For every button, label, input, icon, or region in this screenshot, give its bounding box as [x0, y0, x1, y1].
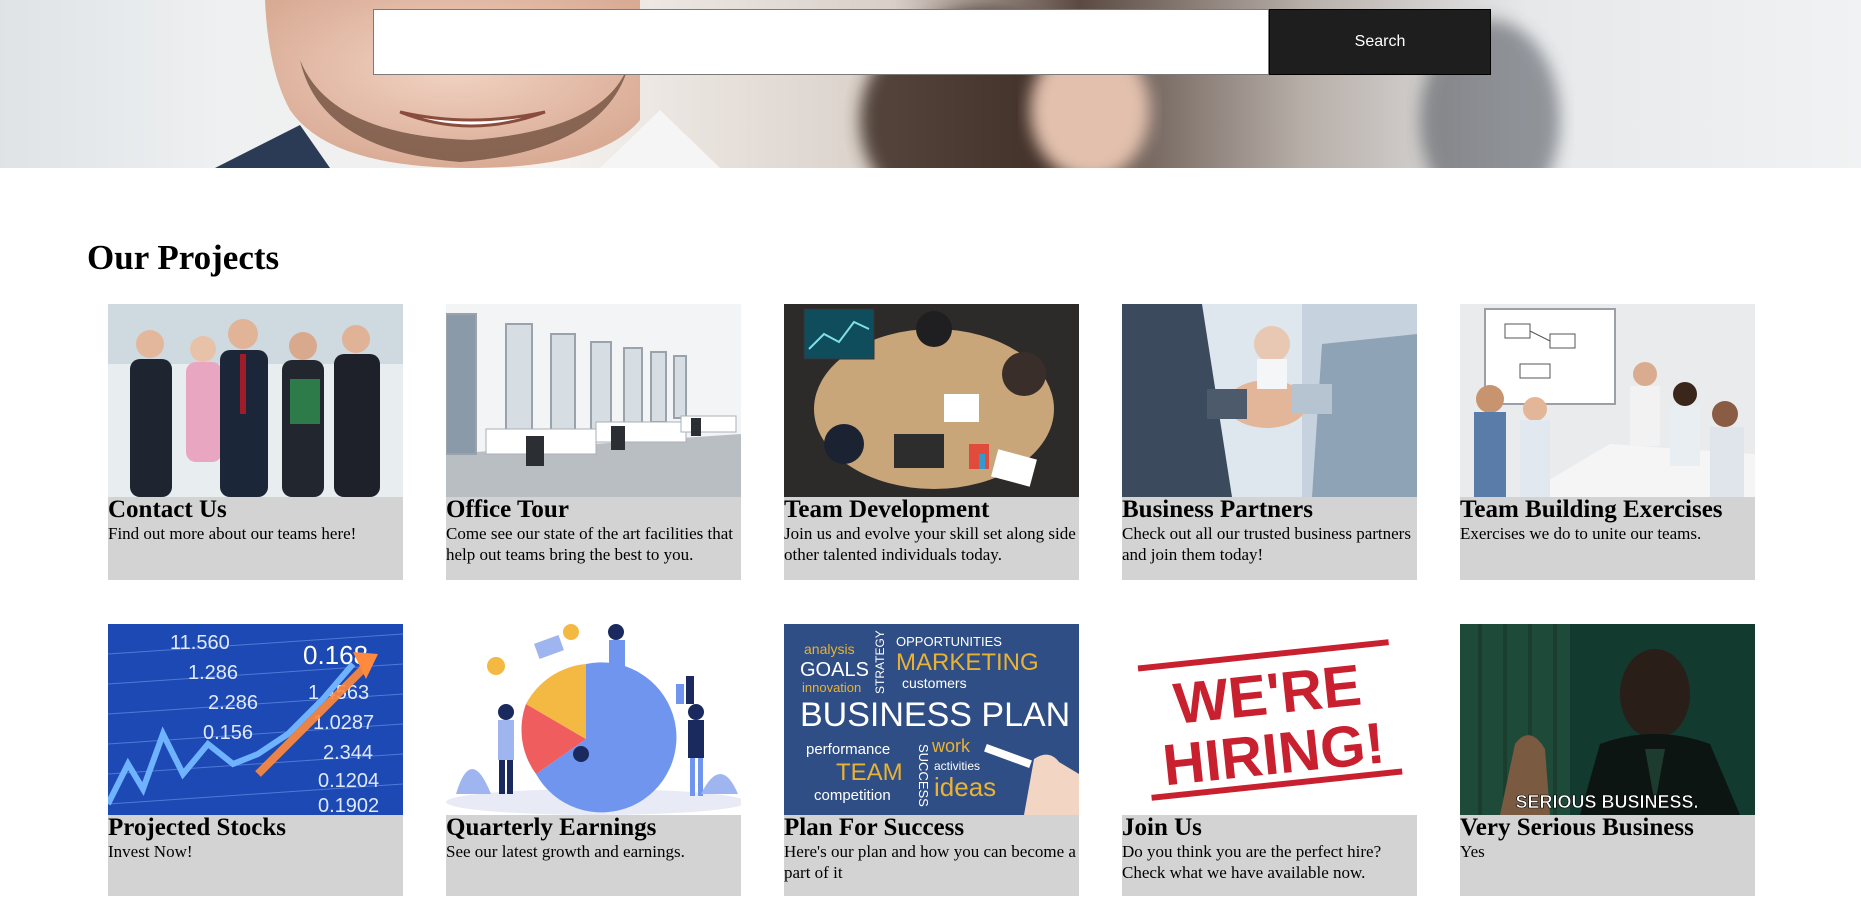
- business-team-photo: [108, 304, 403, 497]
- chalk-word: TEAM: [836, 759, 903, 786]
- card-description: Here's our plan and how you can become a…: [784, 842, 1076, 882]
- card-description: Yes: [1460, 842, 1485, 861]
- project-card-office-tour[interactable]: Office Tour Come see our state of the ar…: [446, 304, 741, 580]
- chalk-word: analysis: [804, 641, 855, 657]
- card-info: Contact Us Find out more about our teams…: [108, 497, 403, 552]
- card-description: Exercises we do to unite our teams.: [1460, 524, 1702, 543]
- card-title: Team Development: [784, 496, 990, 523]
- card-image: [446, 624, 741, 815]
- card-info: Quarterly Earnings See our latest growth…: [446, 815, 741, 870]
- serious-business-meme: SERIOUS BUSINESS.: [1460, 624, 1755, 815]
- card-title: Business Partners: [1122, 496, 1313, 523]
- card-info: Projected Stocks Invest Now!: [108, 815, 403, 870]
- card-image: [1460, 304, 1755, 497]
- card-image: [1122, 304, 1417, 497]
- chalk-word: customers: [902, 675, 967, 691]
- card-image: 11.560 1.286 2.286 0.156 1.4563 1.0287 2…: [108, 624, 403, 815]
- ticker-value: 0.1902: [318, 795, 379, 815]
- section-title: Our Projects: [87, 238, 280, 277]
- card-info: Plan For Success Here's our plan and how…: [784, 815, 1079, 891]
- office-interior-photo: [446, 304, 741, 497]
- project-card-plan-for-success[interactable]: analysis GOALS innovation STRATEGY OPPOR…: [784, 624, 1079, 896]
- ticker-value: 0.1204: [318, 770, 379, 792]
- card-description: Check out all our trusted business partn…: [1122, 524, 1411, 564]
- chalk-word: competition: [814, 787, 891, 804]
- project-card-business-partners[interactable]: Business Partners Check out all our trus…: [1122, 304, 1417, 580]
- chalk-word: MARKETING: [896, 649, 1039, 676]
- project-card-team-building[interactable]: Team Building Exercises Exercises we do …: [1460, 304, 1755, 580]
- hiring-stamp: WE'RE HIRING!: [1122, 624, 1417, 815]
- chalk-word: STRATEGY: [873, 630, 887, 694]
- ticker-value: 2.286: [208, 692, 258, 714]
- project-card-quarterly-earnings[interactable]: Quarterly Earnings See our latest growth…: [446, 624, 741, 896]
- chalk-word: BUSINESS PLAN: [800, 696, 1070, 734]
- card-image: [784, 304, 1079, 497]
- card-title: Team Building Exercises: [1460, 496, 1723, 523]
- card-info: Office Tour Come see our state of the ar…: [446, 497, 741, 573]
- conference-room-photo: [1460, 304, 1755, 497]
- card-image: [446, 304, 741, 497]
- stock-ticker-photo: 11.560 1.286 2.286 0.156 1.4563 1.0287 2…: [108, 624, 403, 815]
- card-description: Invest Now!: [108, 842, 193, 861]
- ticker-value: 2.344: [323, 742, 373, 764]
- card-image: analysis GOALS innovation STRATEGY OPPOR…: [784, 624, 1079, 815]
- card-description: Join us and evolve your skill set along …: [784, 524, 1076, 564]
- project-card-join-us[interactable]: WE'RE HIRING! Join Us Do you think you a…: [1122, 624, 1417, 896]
- project-card-projected-stocks[interactable]: 11.560 1.286 2.286 0.156 1.4563 1.0287 2…: [108, 624, 403, 896]
- card-info: Business Partners Check out all our trus…: [1122, 497, 1417, 573]
- project-card-contact-us[interactable]: Contact Us Find out more about our teams…: [108, 304, 403, 580]
- card-title: Quarterly Earnings: [446, 814, 657, 841]
- card-title: Contact Us: [108, 496, 227, 523]
- card-title: Plan For Success: [784, 814, 965, 841]
- handshake-photo: [1122, 304, 1417, 497]
- card-description: Find out more about our teams here!: [108, 524, 357, 543]
- chalk-word: SUCCESS: [916, 744, 931, 807]
- card-description: See our latest growth and earnings.: [446, 842, 685, 861]
- chalk-word: performance: [806, 741, 890, 758]
- ticker-value: 0.156: [203, 722, 253, 744]
- card-title: Projected Stocks: [108, 814, 286, 841]
- chalk-word: GOALS: [800, 659, 869, 681]
- card-description: Come see our state of the art facilities…: [446, 524, 734, 564]
- chalk-word: ideas: [934, 772, 996, 802]
- card-image: WE'RE HIRING!: [1122, 624, 1417, 815]
- card-info: Join Us Do you think you are the perfect…: [1122, 815, 1417, 891]
- card-image: SERIOUS BUSINESS.: [1460, 624, 1755, 815]
- hero-banner: Search: [0, 0, 1861, 168]
- business-plan-chalkboard: analysis GOALS innovation STRATEGY OPPOR…: [784, 624, 1079, 815]
- search-button[interactable]: Search: [1269, 9, 1491, 75]
- ticker-value: 11.560: [170, 632, 230, 654]
- card-title: Office Tour: [446, 496, 569, 523]
- card-info: Team Building Exercises Exercises we do …: [1460, 497, 1755, 552]
- project-card-very-serious-business[interactable]: SERIOUS BUSINESS. Very Serious Business …: [1460, 624, 1755, 896]
- chalk-word: activities: [934, 759, 980, 773]
- card-title: Join Us: [1122, 814, 1202, 841]
- meme-caption: SERIOUS BUSINESS.: [1515, 792, 1698, 812]
- chalk-word: OPPORTUNITIES: [896, 634, 1002, 649]
- card-title: Very Serious Business: [1460, 814, 1694, 841]
- ticker-value: 1.286: [188, 662, 238, 684]
- earnings-illustration: [446, 624, 741, 815]
- card-image: [108, 304, 403, 497]
- project-card-team-development[interactable]: Team Development Join us and evolve your…: [784, 304, 1079, 580]
- search-form: Search: [373, 9, 1491, 75]
- card-description: Do you think you are the perfect hire? C…: [1122, 842, 1382, 882]
- chalk-word: work: [931, 736, 971, 756]
- search-input[interactable]: [373, 9, 1269, 75]
- team-meeting-photo: [784, 304, 1079, 497]
- card-info: Team Development Join us and evolve your…: [784, 497, 1079, 573]
- card-info: Very Serious Business Yes: [1460, 815, 1755, 870]
- chalk-word: innovation: [802, 680, 861, 695]
